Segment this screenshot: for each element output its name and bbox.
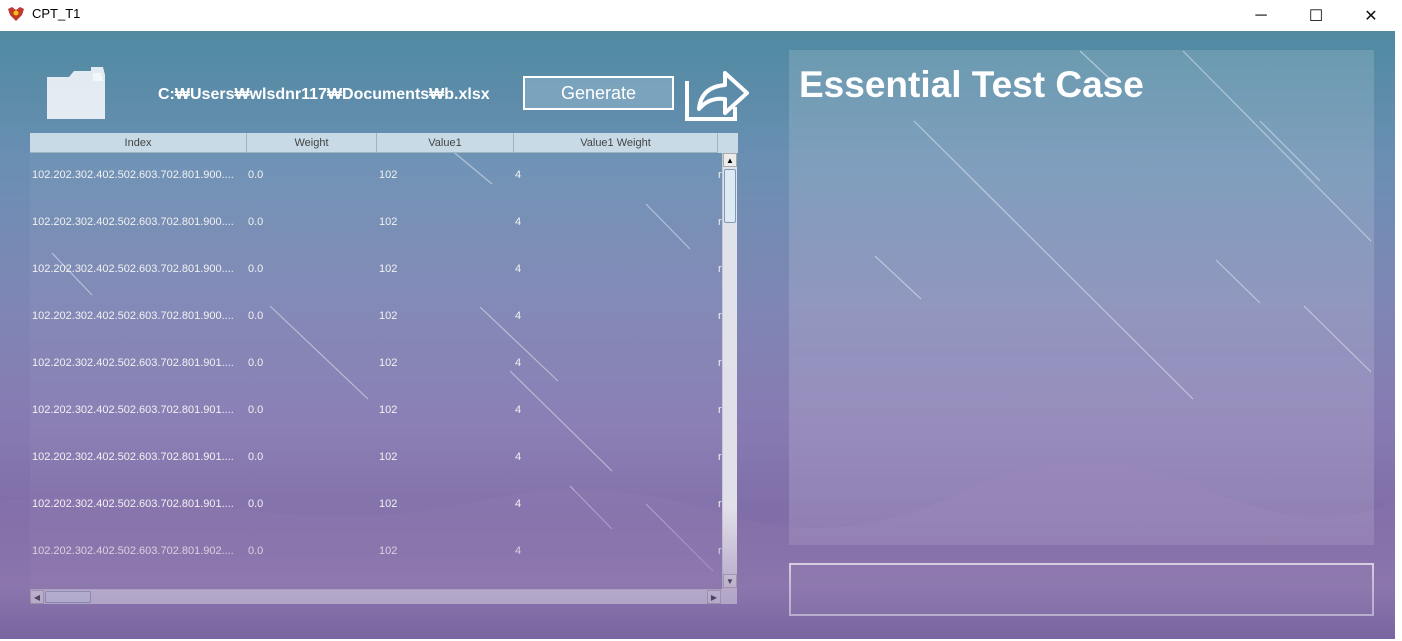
cell-weight: 0.0 <box>248 263 264 275</box>
table-row[interactable]: 102.202.302.402.502.603.702.801.901.... … <box>30 435 722 482</box>
column-header-weight[interactable]: Weight <box>247 133 377 153</box>
column-header-index[interactable]: Index <box>30 133 247 153</box>
cell-value1-weight: 4 <box>515 451 522 463</box>
cell-weight: 0.0 <box>248 404 264 416</box>
app-logo-icon <box>8 7 24 21</box>
cell-value1-weight: 4 <box>515 545 522 557</box>
cell-index: 102.202.302.402.502.603.702.801.901.... <box>32 404 234 416</box>
cell-value1-weight: 4 <box>515 310 522 322</box>
cell-value1-weight: 4 <box>515 357 522 369</box>
table-row[interactable]: 102.202.302.402.502.603.702.801.900.... … <box>30 247 722 294</box>
cell-index: 102.202.302.402.502.603.702.801.901.... <box>32 498 234 510</box>
column-header-partial <box>718 133 738 153</box>
scroll-down-arrow-icon[interactable]: ▼ <box>723 574 737 588</box>
cell-value1: 102 <box>379 263 398 275</box>
scroll-left-arrow-icon[interactable]: ◀ <box>30 590 44 604</box>
folder-open-icon[interactable] <box>45 63 109 121</box>
column-header-value1[interactable]: Value1 <box>377 133 514 153</box>
generate-button[interactable]: Generate <box>523 76 674 110</box>
export-share-icon[interactable] <box>683 63 751 121</box>
cell-weight: 0.0 <box>248 310 264 322</box>
cell-weight: 0.0 <box>248 357 264 369</box>
cell-value1: 102 <box>379 310 398 322</box>
maximize-button[interactable]: ☐ <box>1293 0 1339 31</box>
vertical-scrollbar[interactable]: ▲ ▼ <box>722 153 737 589</box>
cell-weight: 0.0 <box>248 169 264 181</box>
cell-index: 102.202.302.402.502.603.702.801.901.... <box>32 451 234 463</box>
scroll-right-arrow-icon[interactable]: ▶ <box>707 590 721 604</box>
cell-value1: 102 <box>379 216 398 228</box>
cell-weight: 0.0 <box>248 216 264 228</box>
table-row[interactable]: 102.202.302.402.502.603.702.801.901.... … <box>30 388 722 435</box>
cell-index: 102.202.302.402.502.603.702.801.902.... <box>32 545 234 557</box>
cell-weight: 0.0 <box>248 498 264 510</box>
horizontal-scrollbar[interactable]: ◀ ▶ <box>30 589 722 604</box>
cell-index: 102.202.302.402.502.603.702.801.900.... <box>32 310 234 322</box>
cell-index: 102.202.302.402.502.603.702.801.900.... <box>32 216 234 228</box>
table-row[interactable]: 102.202.302.402.502.603.702.801.900.... … <box>30 294 722 341</box>
main-panel: C:₩Users₩wlsdnr117₩Documents₩b.xlsx Gene… <box>0 31 1395 639</box>
table-row[interactable]: 102.202.302.402.502.603.702.801.901.... … <box>30 482 722 529</box>
horizontal-scroll-thumb[interactable] <box>45 591 91 603</box>
cell-weight: 0.0 <box>248 451 264 463</box>
cell-next-column: r <box>718 545 722 557</box>
cell-value1: 102 <box>379 404 398 416</box>
column-header-value1-weight[interactable]: Value1 Weight <box>514 133 718 153</box>
table-row[interactable]: 102.202.302.402.502.603.702.801.902.... … <box>30 529 722 576</box>
cell-value1-weight: 4 <box>515 498 522 510</box>
window-edge <box>1395 31 1402 641</box>
cell-value1: 102 <box>379 498 398 510</box>
table-row[interactable]: 102.202.302.402.502.603.702.801.900.... … <box>30 200 722 247</box>
cell-index: 102.202.302.402.502.603.702.801.900.... <box>32 263 234 275</box>
cell-value1: 102 <box>379 357 398 369</box>
cell-index: 102.202.302.402.502.603.702.801.901.... <box>32 357 234 369</box>
cell-value1: 102 <box>379 169 398 181</box>
cell-value1-weight: 4 <box>515 404 522 416</box>
results-title: Essential Test Case <box>799 64 1144 105</box>
scroll-corner <box>722 589 737 604</box>
cell-value1-weight: 4 <box>515 169 522 181</box>
cell-value1: 102 <box>379 545 398 557</box>
cell-value1-weight: 4 <box>515 263 522 275</box>
cell-value1: 102 <box>379 451 398 463</box>
cell-weight: 0.0 <box>248 545 264 557</box>
window-title: CPT_T1 <box>32 6 81 21</box>
close-button[interactable]: ✕ <box>1348 0 1394 31</box>
vertical-scroll-thumb[interactable] <box>724 169 736 223</box>
table-row[interactable]: 102.202.302.402.502.603.702.801.900.... … <box>30 153 722 200</box>
essential-test-case-panel: Essential Test Case <box>789 50 1374 545</box>
scroll-up-arrow-icon[interactable]: ▲ <box>723 153 737 167</box>
status-output-box[interactable] <box>789 563 1374 616</box>
table-body: 102.202.302.402.502.603.702.801.900.... … <box>30 153 722 589</box>
table-header: Index Weight Value1 Value1 Weight <box>30 133 738 153</box>
table-row[interactable]: 102.202.302.402.502.603.702.801.901.... … <box>30 341 722 388</box>
minimize-button[interactable]: ─ <box>1238 0 1284 31</box>
data-table: Index Weight Value1 Value1 Weight 102.20… <box>30 133 738 604</box>
title-bar: CPT_T1 ─ ☐ ✕ <box>0 0 1402 31</box>
cell-index: 102.202.302.402.502.603.702.801.900.... <box>32 169 234 181</box>
cell-value1-weight: 4 <box>515 216 522 228</box>
file-path-label: C:₩Users₩wlsdnr117₩Documents₩b.xlsx <box>158 86 490 103</box>
